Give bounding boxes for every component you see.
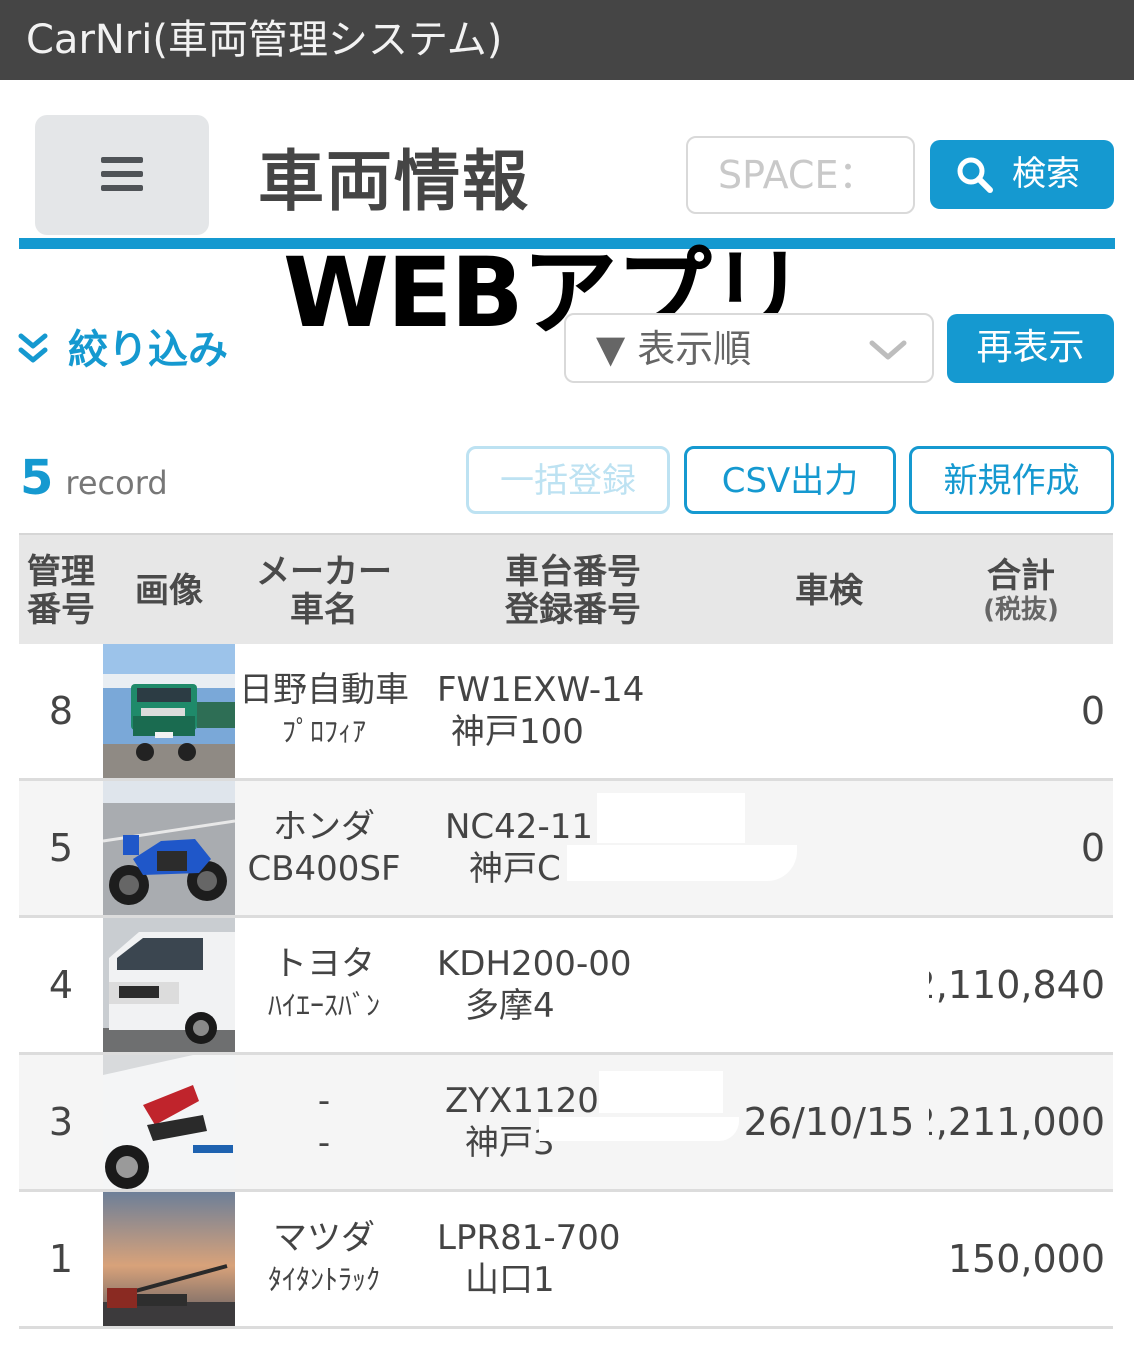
app-titlebar: CarNri(車両管理システム) bbox=[0, 0, 1134, 80]
header-maker-line1: メーカー bbox=[256, 551, 392, 592]
new-create-label: 新規作成 bbox=[943, 461, 1080, 501]
plate-number: 神戸100 bbox=[451, 712, 584, 752]
car-model: ﾊｲｴｰｽﾊﾞﾝ bbox=[267, 989, 380, 1022]
row-chassis: FW1EXW-14 神戸100 bbox=[423, 644, 723, 778]
row-shaken bbox=[729, 1192, 929, 1326]
chassis-number: KDH200-00 bbox=[437, 944, 632, 984]
hamburger-icon bbox=[101, 157, 143, 193]
chevron-down-icon bbox=[869, 340, 907, 360]
chassis-number: FW1EXW-14 bbox=[437, 670, 645, 710]
row-total: 2,211,000 bbox=[929, 1100, 1105, 1144]
filter-label: 絞り込み bbox=[68, 327, 228, 373]
table-row[interactable]: 3 - - ZYX1120 神戸3 26/10/15 2,211,000 bbox=[19, 1055, 1113, 1192]
row-chassis: LPR81-700 山口1 bbox=[423, 1192, 723, 1326]
maker-name: - bbox=[317, 1081, 331, 1121]
new-create-button[interactable]: 新規作成 bbox=[909, 446, 1114, 514]
vehicle-table: 管理 番号 画像 メーカー 車名 車台番号 登録番号 車検 合計 (税抜) 8 bbox=[19, 533, 1113, 1329]
table-row[interactable]: 1 マツダ ﾀｲﾀﾝﾄﾗｯｸ LPR81-700 山口1 150,000 bbox=[19, 1192, 1113, 1329]
header-total-line2: (税抜) bbox=[983, 594, 1059, 625]
motorcycle-photo[interactable] bbox=[103, 781, 235, 915]
header-total-line1: 合計 bbox=[987, 555, 1055, 596]
csv-export-button[interactable]: CSV出力 bbox=[684, 446, 896, 514]
header-chassis-line2: 登録番号 bbox=[505, 589, 641, 630]
redaction-block bbox=[599, 1071, 723, 1113]
search-button[interactable]: 検索 bbox=[930, 140, 1114, 209]
header-id-line1: 管理 bbox=[27, 551, 95, 592]
row-shaken bbox=[729, 918, 929, 1052]
car-model: ﾌﾟﾛﾌｨｱ bbox=[281, 715, 366, 748]
csv-export-label: CSV出力 bbox=[721, 461, 859, 501]
menu-button[interactable] bbox=[35, 115, 209, 235]
suv-photo[interactable] bbox=[103, 1055, 235, 1189]
van-photo[interactable] bbox=[103, 918, 235, 1052]
car-model: - bbox=[317, 1123, 331, 1163]
row-maker: ホンダ CB400SF bbox=[235, 781, 413, 915]
truck-photo[interactable] bbox=[103, 644, 235, 778]
table-row[interactable]: 8 日野自動車 ﾌﾟﾛﾌｨｱ FW1EXW-14 神戸100 0 bbox=[19, 644, 1113, 781]
plate-number: 山口1 bbox=[465, 1260, 555, 1300]
sort-order-value: ▼ 表示順 bbox=[596, 327, 752, 371]
row-total: 150,000 bbox=[947, 1237, 1105, 1281]
record-count: 5 record bbox=[20, 450, 168, 506]
header-chassis[interactable]: 車台番号 登録番号 bbox=[423, 535, 723, 646]
bulk-register-label: 一括登録 bbox=[500, 461, 636, 501]
redaction-block bbox=[539, 1117, 739, 1141]
row-maker: マツダ ﾀｲﾀﾝﾄﾗｯｸ bbox=[235, 1192, 413, 1326]
table-header: 管理 番号 画像 メーカー 車名 車台番号 登録番号 車検 合計 (税抜) bbox=[19, 533, 1113, 644]
header-total[interactable]: 合計 (税抜) bbox=[929, 535, 1113, 646]
record-count-unit: record bbox=[65, 464, 168, 502]
row-id: 1 bbox=[48, 1237, 74, 1281]
search-icon bbox=[957, 157, 993, 193]
search-input[interactable] bbox=[686, 136, 915, 214]
car-model: ﾀｲﾀﾝﾄﾗｯｸ bbox=[267, 1263, 380, 1296]
row-total: 0 bbox=[1080, 826, 1105, 870]
sort-order-select[interactable]: ▼ 表示順 bbox=[564, 313, 934, 383]
row-total: 2,110,840 bbox=[929, 963, 1105, 1007]
row-maker: - - bbox=[235, 1055, 413, 1189]
row-id: 8 bbox=[48, 689, 74, 733]
header-image: 画像 bbox=[103, 535, 235, 646]
header-maker[interactable]: メーカー 車名 bbox=[235, 535, 413, 646]
row-id: 4 bbox=[48, 963, 74, 1007]
redisplay-button[interactable]: 再表示 bbox=[947, 314, 1114, 383]
row-id: 5 bbox=[48, 826, 74, 870]
redisplay-label: 再表示 bbox=[976, 327, 1085, 368]
row-maker: トヨタ ﾊｲｴｰｽﾊﾞﾝ bbox=[235, 918, 413, 1052]
table-row[interactable]: 4 トヨタ ﾊｲｴｰｽﾊﾞﾝ KDH200-00 多摩4 2,110,840 bbox=[19, 918, 1113, 1055]
crane-truck-photo[interactable] bbox=[103, 1192, 235, 1326]
bulk-register-button[interactable]: 一括登録 bbox=[466, 446, 670, 514]
row-shaken: 26/10/15 bbox=[743, 1100, 915, 1144]
table-row[interactable]: 5 ホンダ CB400SF NC42-11 神戸C 0 bbox=[19, 781, 1113, 918]
double-chevron-down-icon bbox=[18, 333, 48, 363]
page-title: 車両情報 bbox=[258, 143, 530, 220]
header-shaken[interactable]: 車検 bbox=[729, 535, 929, 646]
row-id: 3 bbox=[48, 1100, 74, 1144]
row-maker: 日野自動車 ﾌﾟﾛﾌｨｱ bbox=[235, 644, 413, 778]
record-count-number: 5 bbox=[20, 450, 54, 506]
app-title: CarNri(車両管理システム) bbox=[26, 17, 503, 63]
header-shaken-label: 車検 bbox=[795, 570, 863, 611]
chassis-number: LPR81-700 bbox=[437, 1218, 621, 1258]
maker-name: マツダ bbox=[273, 1218, 375, 1258]
header-id[interactable]: 管理 番号 bbox=[19, 535, 103, 646]
header-maker-line2: 車名 bbox=[290, 589, 358, 630]
header-chassis-line1: 車台番号 bbox=[505, 551, 641, 592]
car-model: CB400SF bbox=[247, 849, 401, 889]
redaction-block bbox=[567, 845, 797, 881]
redaction-block bbox=[597, 793, 745, 843]
row-chassis: KDH200-00 多摩4 bbox=[423, 918, 723, 1052]
search-button-label: 検索 bbox=[1012, 154, 1080, 194]
plate-number: 多摩4 bbox=[465, 986, 555, 1026]
header-id-line2: 番号 bbox=[27, 589, 95, 630]
maker-name: トヨタ bbox=[273, 944, 375, 984]
maker-name: ホンダ bbox=[273, 807, 375, 847]
header-image-label: 画像 bbox=[135, 570, 203, 611]
maker-name: 日野自動車 bbox=[239, 670, 409, 710]
row-shaken bbox=[729, 644, 929, 778]
row-total: 0 bbox=[1080, 689, 1105, 733]
